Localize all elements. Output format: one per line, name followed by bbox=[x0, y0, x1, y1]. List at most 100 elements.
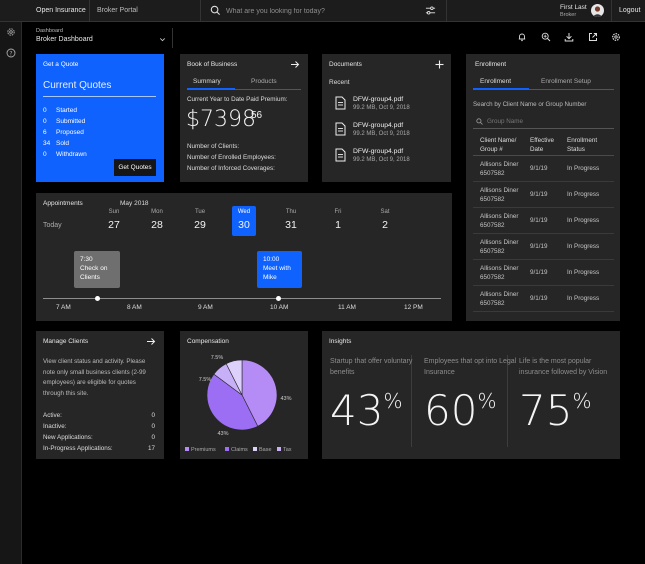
tab-products[interactable]: Products bbox=[251, 78, 277, 85]
client-name: Allisons Diner bbox=[480, 213, 519, 220]
document-name[interactable]: DFW-group4.pdf bbox=[353, 122, 403, 129]
logout-button[interactable]: Logout bbox=[619, 0, 640, 22]
day-date: 29 bbox=[194, 219, 206, 231]
effective-date-cell: 9/1/19 bbox=[530, 243, 548, 250]
day[interactable]: Fri 1 bbox=[326, 206, 350, 236]
tab-enrollment[interactable]: Enrollment bbox=[480, 78, 511, 85]
day-name: Tue bbox=[194, 209, 206, 215]
document-name[interactable]: DFW-group4.pdf bbox=[353, 148, 403, 155]
client-name: Allisons Diner bbox=[480, 161, 519, 168]
legend-swatch bbox=[253, 447, 257, 451]
appointment-event[interactable]: 7:30 Check on Clients bbox=[74, 251, 120, 288]
divider bbox=[611, 0, 612, 22]
settings-gear-icon[interactable] bbox=[6, 27, 16, 39]
insight-unit: % bbox=[477, 389, 497, 413]
time-label: 12 PM bbox=[404, 304, 423, 311]
table-row[interactable]: Allisons Diner 6507582 9/1/19 In Progress bbox=[473, 156, 614, 182]
divider bbox=[200, 0, 201, 22]
document-name[interactable]: DFW-group4.pdf bbox=[353, 96, 403, 103]
table-row[interactable]: Allisons Diner 6507582 9/1/19 In Progress bbox=[473, 286, 614, 312]
time-label: 10 AM bbox=[270, 304, 289, 311]
legend-swatch bbox=[225, 447, 229, 451]
quote-status-label: Sold bbox=[56, 140, 70, 147]
column-header-client[interactable]: Client Name/ Group # bbox=[480, 136, 524, 154]
event-title: Clients bbox=[80, 274, 100, 281]
column-header-status[interactable]: Enrollment Status bbox=[567, 136, 611, 154]
book-of-business-card: Book of Business Summary Products Curren… bbox=[180, 54, 308, 182]
get-quotes-button[interactable]: Get Quotes bbox=[114, 159, 156, 176]
chevron-down-icon[interactable] bbox=[159, 36, 166, 45]
insight-value: 43% bbox=[330, 386, 402, 435]
quote-status-label: Submitted bbox=[56, 118, 86, 125]
event-title: Mike bbox=[263, 274, 277, 281]
divider bbox=[446, 0, 447, 22]
effective-date-cell: 9/1/19 bbox=[530, 217, 548, 224]
appointment-event[interactable]: 10:00 Meet with Mike bbox=[257, 251, 302, 288]
client-name-cell: Allisons Diner 6507582 bbox=[480, 290, 519, 308]
quote-status-label: Proposed bbox=[56, 129, 84, 136]
help-icon[interactable]: ? bbox=[6, 48, 16, 60]
launch-icon[interactable] bbox=[588, 32, 598, 44]
breadcrumb[interactable]: Dashboard bbox=[36, 28, 63, 34]
day[interactable]: Thu 31 bbox=[279, 206, 303, 236]
search-input[interactable] bbox=[226, 4, 411, 18]
zoom-icon[interactable] bbox=[541, 32, 551, 44]
client-stat-label: Active: bbox=[43, 412, 62, 419]
tab-summary[interactable]: Summary bbox=[193, 78, 221, 85]
filter-sliders-icon[interactable] bbox=[425, 5, 436, 18]
day-selected[interactable]: Wed 30 bbox=[232, 206, 256, 236]
download-icon[interactable] bbox=[564, 32, 574, 44]
today-label[interactable]: Today bbox=[43, 222, 62, 229]
arrow-right-icon[interactable] bbox=[290, 60, 300, 71]
day[interactable]: Mon 28 bbox=[145, 206, 169, 236]
search-icon[interactable] bbox=[210, 5, 221, 18]
client-stat-label: New Applications: bbox=[43, 434, 93, 441]
manage-clients-card: Manage Clients View client status and ac… bbox=[36, 331, 164, 459]
document-meta: 99.2 MB, Oct 9, 2018 bbox=[353, 157, 410, 163]
arrow-right-icon[interactable] bbox=[146, 337, 156, 348]
pie-data-label: 7.5% bbox=[199, 377, 212, 383]
day[interactable]: Sat 2 bbox=[373, 206, 397, 236]
enrollment-search-label: Search by Client Name or Group Number bbox=[473, 101, 587, 108]
status-cell: In Progress bbox=[567, 269, 600, 276]
svg-text:?: ? bbox=[9, 50, 12, 57]
group-number: 6507582 bbox=[480, 274, 505, 281]
effective-date-cell: 9/1/19 bbox=[530, 269, 548, 276]
description-line: employees) are eligible for quotes bbox=[43, 379, 136, 386]
group-search-field[interactable]: Group Name bbox=[473, 115, 614, 129]
page-title: Broker Dashboard bbox=[36, 36, 93, 43]
quote-status-label: Started bbox=[56, 107, 77, 114]
document-meta: 99.2 MB, Oct 9, 2018 bbox=[353, 131, 410, 137]
settings-icon[interactable] bbox=[611, 32, 621, 44]
effective-date-cell: 9/1/19 bbox=[530, 191, 548, 198]
document-meta: 99.2 MB, Oct 9, 2018 bbox=[353, 105, 410, 111]
avatar[interactable] bbox=[591, 4, 604, 17]
client-name-cell: Allisons Diner 6507582 bbox=[480, 264, 519, 282]
table-row[interactable]: Allisons Diner 6507582 9/1/19 In Progress bbox=[473, 182, 614, 208]
column-header-date[interactable]: Effective Date bbox=[530, 136, 564, 154]
status-cell: In Progress bbox=[567, 165, 600, 172]
table-row[interactable]: Allisons Diner 6507582 9/1/19 In Progress bbox=[473, 234, 614, 260]
add-icon[interactable] bbox=[435, 60, 444, 71]
notification-bell-icon[interactable] bbox=[517, 32, 527, 44]
tab-enrollment-setup[interactable]: Enrollment Setup bbox=[541, 78, 591, 85]
pie-data-label: 43% bbox=[217, 431, 228, 437]
quote-count: 0 bbox=[43, 151, 47, 158]
premium-cents: 56 bbox=[251, 110, 263, 121]
day[interactable]: Tue 29 bbox=[188, 206, 212, 236]
day[interactable]: Sun 27 bbox=[102, 206, 126, 236]
day-name: Mon bbox=[151, 209, 163, 215]
legend-label: Premiums bbox=[191, 447, 216, 453]
event-time: 7:30 bbox=[80, 256, 93, 263]
table-row[interactable]: Allisons Diner 6507582 9/1/19 In Progress bbox=[473, 260, 614, 286]
status-cell: In Progress bbox=[567, 217, 600, 224]
table-row[interactable]: Allisons Diner 6507582 9/1/19 In Progress bbox=[473, 208, 614, 234]
stat-employees-label: Number of Enrolled Employees: bbox=[187, 154, 276, 161]
description-line: View client status and activity. Please bbox=[43, 358, 146, 365]
insight-text: Employees that opt into Legal Insurance bbox=[424, 358, 517, 376]
insights-card: Insights Startup that offer voluntary be… bbox=[322, 331, 620, 459]
portal-link[interactable]: Broker Portal bbox=[97, 0, 138, 22]
effective-date-cell: 9/1/19 bbox=[530, 295, 548, 302]
recent-label: Recent bbox=[329, 79, 350, 86]
brand-name[interactable]: Open Insurance bbox=[36, 0, 86, 22]
